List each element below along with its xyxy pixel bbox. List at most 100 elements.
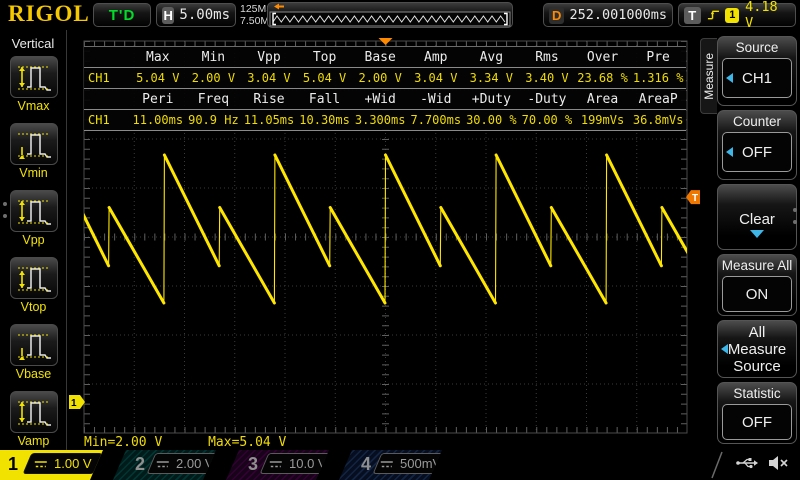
measure-value-cell: 36.8mVs — [630, 113, 686, 127]
measure-value-cell: 10.30ms — [297, 113, 353, 127]
all-measure-source-line2: Source — [718, 358, 796, 375]
menu-item-vamp[interactable]: Vamp — [0, 391, 67, 448]
channel4-tab[interactable]: 4 500mV — [339, 450, 452, 480]
measure-all-softkey[interactable]: Measure All ON — [717, 254, 797, 316]
measure-value-cell: 30.00 % — [464, 113, 520, 127]
trigger-status-text: T'D — [109, 7, 136, 24]
measurement-table: MaxMinVppTopBaseAmpAvgRmsOverPreCH15.04 … — [84, 46, 686, 131]
measure-header-cell: Max — [130, 50, 186, 65]
measure-header-cell: Amp — [408, 50, 464, 65]
horizontal-scale-box[interactable]: H 5.00ms — [156, 3, 236, 27]
delay-readout-box[interactable]: D 252.001000ms — [543, 3, 673, 27]
dc-coupling-icon — [34, 459, 48, 469]
trigger-readout-box[interactable]: T 1 4.18 V — [678, 3, 796, 27]
channel2-number: 2 — [135, 454, 145, 475]
measure-header-cell: Peri — [130, 92, 186, 107]
statistic-value: OFF — [742, 414, 772, 431]
measure-header-cell: Top — [297, 50, 353, 65]
measure-value-cell: 70.00 % — [519, 113, 575, 127]
measure-header-cell: Rise — [241, 92, 297, 107]
vbase-icon — [10, 324, 58, 366]
measure-value-cell: 199mVs — [575, 113, 631, 127]
trigger-level-value: 4.18 V — [745, 0, 790, 31]
measure-header-cell: -Duty — [519, 92, 575, 107]
min-annotation: Min=2.00 V — [84, 435, 162, 450]
page-indicator-dot — [793, 208, 797, 212]
rigol-logo: RIGOL — [8, 1, 90, 27]
vmin-icon — [10, 123, 58, 165]
measure-value-cell: 3.300ms — [352, 113, 408, 127]
channel1-tab[interactable]: 1 1.00 V — [0, 450, 113, 480]
top-status-bar: RIGOL T'D H 5.00ms 125MSa/s 7.50M pts D … — [0, 0, 800, 30]
channel2-scale: 2.00 V — [176, 456, 214, 471]
page-indicator-dot — [793, 220, 797, 224]
statistic-softkey[interactable]: Statistic OFF — [717, 382, 797, 444]
horizontal-position-bar[interactable] — [267, 2, 513, 28]
dc-coupling-icon — [380, 459, 394, 469]
measure-value-cell: 90.9 Hz — [186, 113, 242, 127]
channel2-tab[interactable]: 2 2.00 V — [113, 450, 226, 480]
channel3-scale: 10.0 V — [289, 456, 327, 471]
channel4-scale: 500mV — [400, 456, 441, 471]
source-softkey[interactable]: Source CH1 — [717, 36, 797, 106]
measure-menu-tab: Measure — [700, 38, 717, 114]
delay-label: D — [549, 7, 564, 24]
channel-status-bar: 1 1.00 V 2 2.00 V 3 — [0, 450, 800, 480]
counter-softkey[interactable]: Counter OFF — [717, 110, 797, 180]
measure-header-cell: +Wid — [352, 92, 408, 107]
menu-item-vpp[interactable]: Vpp — [0, 190, 67, 247]
minmax-annotation: Min=2.00 V Max=5.04 V — [84, 435, 324, 450]
measure-value-cell: 11.00ms — [130, 113, 186, 127]
trigger-source-badge: 1 — [725, 8, 739, 23]
menu-item-label: Vmin — [0, 166, 67, 180]
ch1-ground-marker[interactable]: 1 — [69, 395, 85, 409]
measure-channel-label: CH1 — [84, 113, 130, 127]
source-value: CH1 — [742, 70, 772, 87]
vamp-icon — [10, 391, 58, 433]
page-indicator-dot — [3, 214, 7, 218]
measure-value-cell: 2.00 V — [186, 71, 242, 85]
svg-text:1: 1 — [71, 398, 77, 409]
measure-header-cell: Min — [186, 50, 242, 65]
chevron-left-icon — [726, 73, 733, 83]
menu-item-vmin[interactable]: Vmin — [0, 123, 67, 180]
measure-header-cell: Area — [575, 92, 631, 107]
measure-softkey-menu: Measure Source CH1 Counter OFF Clear Mea… — [700, 30, 800, 450]
measure-value-cell: 3.34 V — [464, 71, 520, 85]
menu-item-label: Vamp — [0, 434, 67, 448]
measure-header-cell: -Wid — [408, 92, 464, 107]
menu-item-vtop[interactable]: Vtop — [0, 257, 67, 314]
measure-header-cell: Rms — [519, 50, 575, 65]
menu-item-vmax[interactable]: Vmax — [0, 56, 67, 113]
vertical-measure-menu: Vertical Vmax Vmin Vpp Vtop Vbase Vamp — [0, 30, 67, 450]
measure-all-value: ON — [746, 286, 769, 303]
measure-header-cell: Vpp — [241, 50, 297, 65]
source-title: Source — [718, 37, 796, 55]
oscilloscope-screen: T 1 RIGOL T'D H 5.00ms 125MSa/s 7.50M pts… — [0, 0, 800, 480]
left-menu-title: Vertical — [0, 36, 66, 51]
measure-value-cell: 3.04 V — [408, 71, 464, 85]
measure-value-cell: 3.40 V — [519, 71, 575, 85]
measure-header-cell: Avg — [464, 50, 520, 65]
channel3-tab[interactable]: 3 10.0 V — [226, 450, 339, 480]
measure-value-row: CH15.04 V2.00 V3.04 V5.04 V2.00 V3.04 V3… — [84, 68, 686, 89]
channel1-scale: 1.00 V — [54, 456, 92, 471]
page-indicator-dot — [3, 202, 7, 206]
measure-header-cell: Pre — [630, 50, 686, 65]
trigger-rising-edge-icon — [707, 8, 720, 22]
timebase-value: 5.00ms — [179, 7, 230, 23]
max-annotation: Max=5.04 V — [208, 435, 286, 450]
measure-value-cell: 2.00 V — [352, 71, 408, 85]
menu-item-label: Vmax — [0, 99, 67, 113]
measure-header-row: MaxMinVppTopBaseAmpAvgRmsOverPre — [84, 47, 686, 68]
menu-item-vbase[interactable]: Vbase — [0, 324, 67, 381]
trigger-label: T — [684, 7, 701, 24]
counter-value: OFF — [742, 144, 772, 161]
measure-value-cell: 23.68 % — [575, 71, 631, 85]
chevron-left-icon — [721, 344, 728, 354]
all-measure-source-softkey[interactable]: All Measure Source — [717, 320, 797, 378]
clear-softkey[interactable]: Clear — [717, 184, 797, 250]
measure-header-cell: Over — [575, 50, 631, 65]
delay-value: 252.001000ms — [569, 7, 667, 23]
chevron-left-icon — [726, 147, 733, 157]
